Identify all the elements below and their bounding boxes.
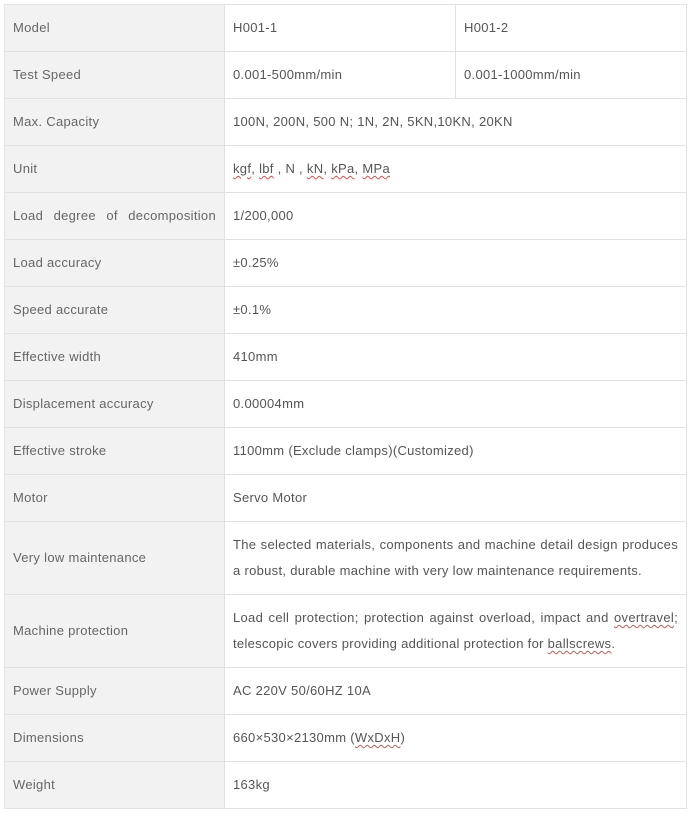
value-power-supply: AC 220V 50/60HZ 10A [225, 668, 687, 715]
label-dimensions: Dimensions [5, 715, 225, 762]
value-load-accuracy: ±0.25% [225, 240, 687, 287]
value-dimensions: 660×530×2130mm (WxDxH) [225, 715, 687, 762]
value-unit: kgf, lbf , N , kN, kPa, MPa [225, 146, 687, 193]
table-row: Load degree of decomposition 1/200,000 [5, 193, 687, 240]
value-max-capacity: 100N, 200N, 500 N; 1N, 2N, 5KN,10KN, 20K… [225, 99, 687, 146]
table-row: Speed accurate ±0.1% [5, 287, 687, 334]
value-load-degree: 1/200,000 [225, 193, 687, 240]
table-row: Model H001-1 H001-2 [5, 5, 687, 52]
table-row: Effective width 410mm [5, 334, 687, 381]
table-row: Machine protection Load cell protection;… [5, 595, 687, 668]
value-model-2: H001-2 [456, 5, 687, 52]
label-machine-protection: Machine protection [5, 595, 225, 668]
table-row: Weight 163kg [5, 762, 687, 809]
value-test-speed-2: 0.001-1000mm/min [456, 52, 687, 99]
table-row: Dimensions 660×530×2130mm (WxDxH) [5, 715, 687, 762]
table-row: Load accuracy ±0.25% [5, 240, 687, 287]
value-weight: 163kg [225, 762, 687, 809]
label-test-speed: Test Speed [5, 52, 225, 99]
value-displacement-accuracy: 0.00004mm [225, 381, 687, 428]
value-speed-accurate: ±0.1% [225, 287, 687, 334]
value-very-low-maintenance: The selected materials, components and m… [225, 522, 687, 595]
label-load-degree: Load degree of decomposition [5, 193, 225, 240]
table-row: Unit kgf, lbf , N , kN, kPa, MPa [5, 146, 687, 193]
table-row: Test Speed 0.001-500mm/min 0.001-1000mm/… [5, 52, 687, 99]
table-row: Power Supply AC 220V 50/60HZ 10A [5, 668, 687, 715]
table-row: Very low maintenance The selected materi… [5, 522, 687, 595]
label-load-accuracy: Load accuracy [5, 240, 225, 287]
label-motor: Motor [5, 475, 225, 522]
label-model: Model [5, 5, 225, 52]
label-displacement-accuracy: Displacement accuracy [5, 381, 225, 428]
value-machine-protection: Load cell protection; protection against… [225, 595, 687, 668]
value-model-1: H001-1 [225, 5, 456, 52]
value-effective-stroke: 1100mm (Exclude clamps)(Customized) [225, 428, 687, 475]
value-motor: Servo Motor [225, 475, 687, 522]
table-row: Effective stroke 1100mm (Exclude clamps)… [5, 428, 687, 475]
label-very-low-maintenance: Very low maintenance [5, 522, 225, 595]
table-row: Motor Servo Motor [5, 475, 687, 522]
label-power-supply: Power Supply [5, 668, 225, 715]
label-speed-accurate: Speed accurate [5, 287, 225, 334]
label-max-capacity: Max. Capacity [5, 99, 225, 146]
label-unit: Unit [5, 146, 225, 193]
value-effective-width: 410mm [225, 334, 687, 381]
table-row: Displacement accuracy 0.00004mm [5, 381, 687, 428]
label-weight: Weight [5, 762, 225, 809]
label-effective-width: Effective width [5, 334, 225, 381]
spec-table: Model H001-1 H001-2 Test Speed 0.001-500… [4, 4, 687, 809]
value-test-speed-1: 0.001-500mm/min [225, 52, 456, 99]
table-row: Max. Capacity 100N, 200N, 500 N; 1N, 2N,… [5, 99, 687, 146]
label-effective-stroke: Effective stroke [5, 428, 225, 475]
